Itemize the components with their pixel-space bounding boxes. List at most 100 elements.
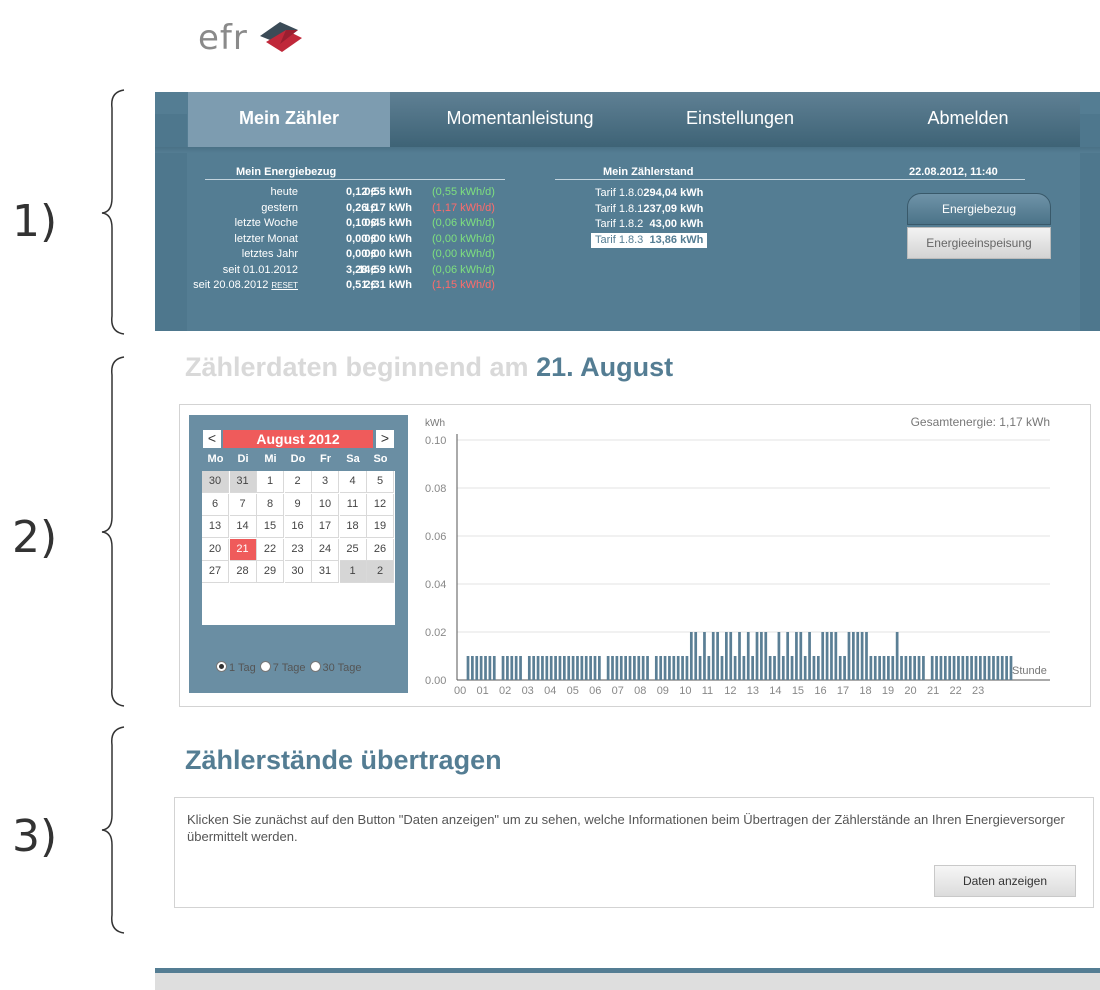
calendar-day[interactable]: 15: [257, 516, 284, 538]
chart-bar: [781, 656, 785, 680]
energy-kwh: 0,45 kWh: [364, 217, 412, 229]
calendar-day[interactable]: 16: [284, 516, 312, 538]
calendar-day[interactable]: 17: [312, 516, 339, 538]
radio-icon[interactable]: [259, 661, 271, 672]
chart-bar: [838, 656, 842, 680]
chart-bar: [479, 656, 483, 680]
energy-rate: (1,15 kWh/d): [432, 279, 495, 291]
x-tick-label: 21: [927, 685, 939, 697]
calendar-day[interactable]: 13: [202, 516, 229, 538]
tab-abmelden[interactable]: Abmelden: [868, 92, 1068, 147]
energy-row: gestern 0,26 €1,17 kWh (1,17 kWh/d): [202, 202, 512, 218]
tab-mein-zaehler[interactable]: Mein Zähler: [188, 92, 390, 147]
calendar-day[interactable]: 1: [257, 471, 284, 493]
calendar-day[interactable]: 10: [312, 493, 339, 516]
chart-bar: [466, 656, 470, 680]
calendar-day[interactable]: 24: [312, 538, 339, 561]
chart-bar: [527, 656, 531, 680]
calendar-day[interactable]: 5: [367, 471, 394, 493]
x-tick-label: 02: [499, 685, 511, 697]
chart-bar: [689, 632, 693, 680]
range-option[interactable]: 7 Tage: [259, 661, 306, 674]
chart-bar: [974, 656, 978, 680]
range-option[interactable]: 1 Tag: [216, 661, 256, 674]
calendar-day[interactable]: 19: [367, 516, 394, 538]
tariff-row[interactable]: Tarif 1.8.1237,09 kWh: [595, 202, 703, 217]
chart-bar: [917, 656, 921, 680]
chart-bar: [646, 656, 649, 680]
calendar-day[interactable]: 2: [284, 471, 312, 493]
section-1-number: 1): [12, 196, 58, 247]
chart-bar: [773, 656, 776, 680]
calendar-day[interactable]: 3: [312, 471, 339, 493]
calendar-day[interactable]: 6: [202, 493, 229, 516]
tariff-label: Tarif 1.8.3: [595, 233, 644, 246]
calendar-day[interactable]: 25: [339, 538, 367, 561]
tab-einstellungen[interactable]: Einstellungen: [640, 92, 840, 147]
calendar-day[interactable]: 2: [367, 561, 394, 583]
chart-bar: [598, 656, 601, 680]
energiebezug-button[interactable]: Energiebezug: [907, 193, 1051, 225]
calendar-day[interactable]: 1: [339, 561, 367, 583]
energieeinspeisung-button[interactable]: Energieeinspeisung: [907, 227, 1051, 259]
energy-period-label: heute: [270, 186, 298, 198]
chart-bar: [786, 632, 790, 680]
chart-bar: [799, 632, 803, 680]
calendar-day[interactable]: 28: [229, 561, 257, 583]
prev-month-button[interactable]: <: [203, 430, 221, 448]
calendar-day[interactable]: 31: [312, 561, 339, 583]
calendar-day[interactable]: 26: [367, 538, 394, 561]
radio-icon[interactable]: [309, 661, 321, 672]
calendar-day[interactable]: 12: [367, 493, 394, 516]
x-tick-label: 01: [477, 685, 489, 697]
calendar-day[interactable]: 11: [339, 493, 367, 516]
calendar-day[interactable]: 27: [202, 561, 229, 583]
calendar-day[interactable]: 14: [229, 516, 257, 538]
calendar-day[interactable]: 7: [229, 493, 257, 516]
tariff-label: Tarif 1.8.2: [595, 218, 644, 230]
calendar-day[interactable]: 31: [229, 471, 257, 493]
chart-bar: [1005, 656, 1008, 680]
calendar-day[interactable]: 30: [284, 561, 312, 583]
energy-period-label: seit 20.08.2012: [193, 279, 269, 291]
tariff-row[interactable]: Tarif 1.8.3 13,86 kWh: [591, 232, 708, 248]
calendar-day[interactable]: 9: [284, 493, 312, 516]
day-grid: 1 Tag 7 Tage 30 Tage 30 31 1 2 3 4 5 6 7 8 9 10 11 12 13…: [202, 471, 395, 674]
tariff-row[interactable]: Tarif 1.8.0294,04 kWh: [595, 186, 703, 201]
calendar-day[interactable]: 18: [339, 516, 367, 538]
chart-bar: [987, 656, 991, 680]
y-tick-label: 0.08: [425, 483, 446, 495]
y-axis-unit: kWh: [425, 418, 445, 429]
reset-link[interactable]: RESET: [271, 281, 298, 290]
chart-bar: [510, 656, 514, 680]
x-axis-unit: Stunde: [1012, 665, 1047, 677]
energy-period-label: seit 01.01.2012: [222, 263, 298, 276]
radio-icon[interactable]: [216, 661, 227, 672]
chart-bar: [996, 656, 1000, 680]
calendar-day[interactable]: 23: [284, 538, 312, 561]
chart-bar: [471, 656, 474, 680]
calendar-day[interactable]: 20: [202, 538, 229, 561]
x-tick-label: 10: [679, 685, 691, 697]
calendar-day[interactable]: 8: [257, 493, 284, 516]
chart-bar: [803, 656, 807, 680]
tariff-row[interactable]: Tarif 1.8.2 43,00 kWh: [595, 217, 703, 232]
chart-total-energy: Gesamtenergie: 1,17 kWh: [911, 415, 1050, 429]
tab-momentanleistung[interactable]: Momentanleistung: [420, 92, 620, 147]
chart-bar: [843, 656, 846, 680]
calendar-day[interactable]: 22: [257, 538, 284, 561]
calendar-day[interactable]: 30: [202, 471, 229, 493]
transfer-description: Klicken Sie zunächst auf den Button "Dat…: [187, 812, 1065, 844]
energy-row: seit 20.08.2012 RESET 0,51 €2,31 kWh (1,15 …: [193, 279, 512, 295]
chart-bar: [541, 656, 544, 680]
x-tick-label: 00: [454, 685, 466, 697]
calendar-day[interactable]: 4: [339, 471, 367, 493]
range-option[interactable]: 30 Tage: [309, 661, 362, 674]
next-month-button[interactable]: >: [376, 430, 394, 448]
daten-anzeigen-button[interactable]: Daten anzeigen: [934, 865, 1076, 897]
calendar-day[interactable]: 29: [257, 561, 284, 583]
chart-bar: [830, 632, 833, 680]
calendar-day[interactable]: 21: [229, 538, 257, 561]
y-tick-label: 0.02: [425, 627, 446, 639]
weekday-label: Do: [290, 453, 306, 465]
